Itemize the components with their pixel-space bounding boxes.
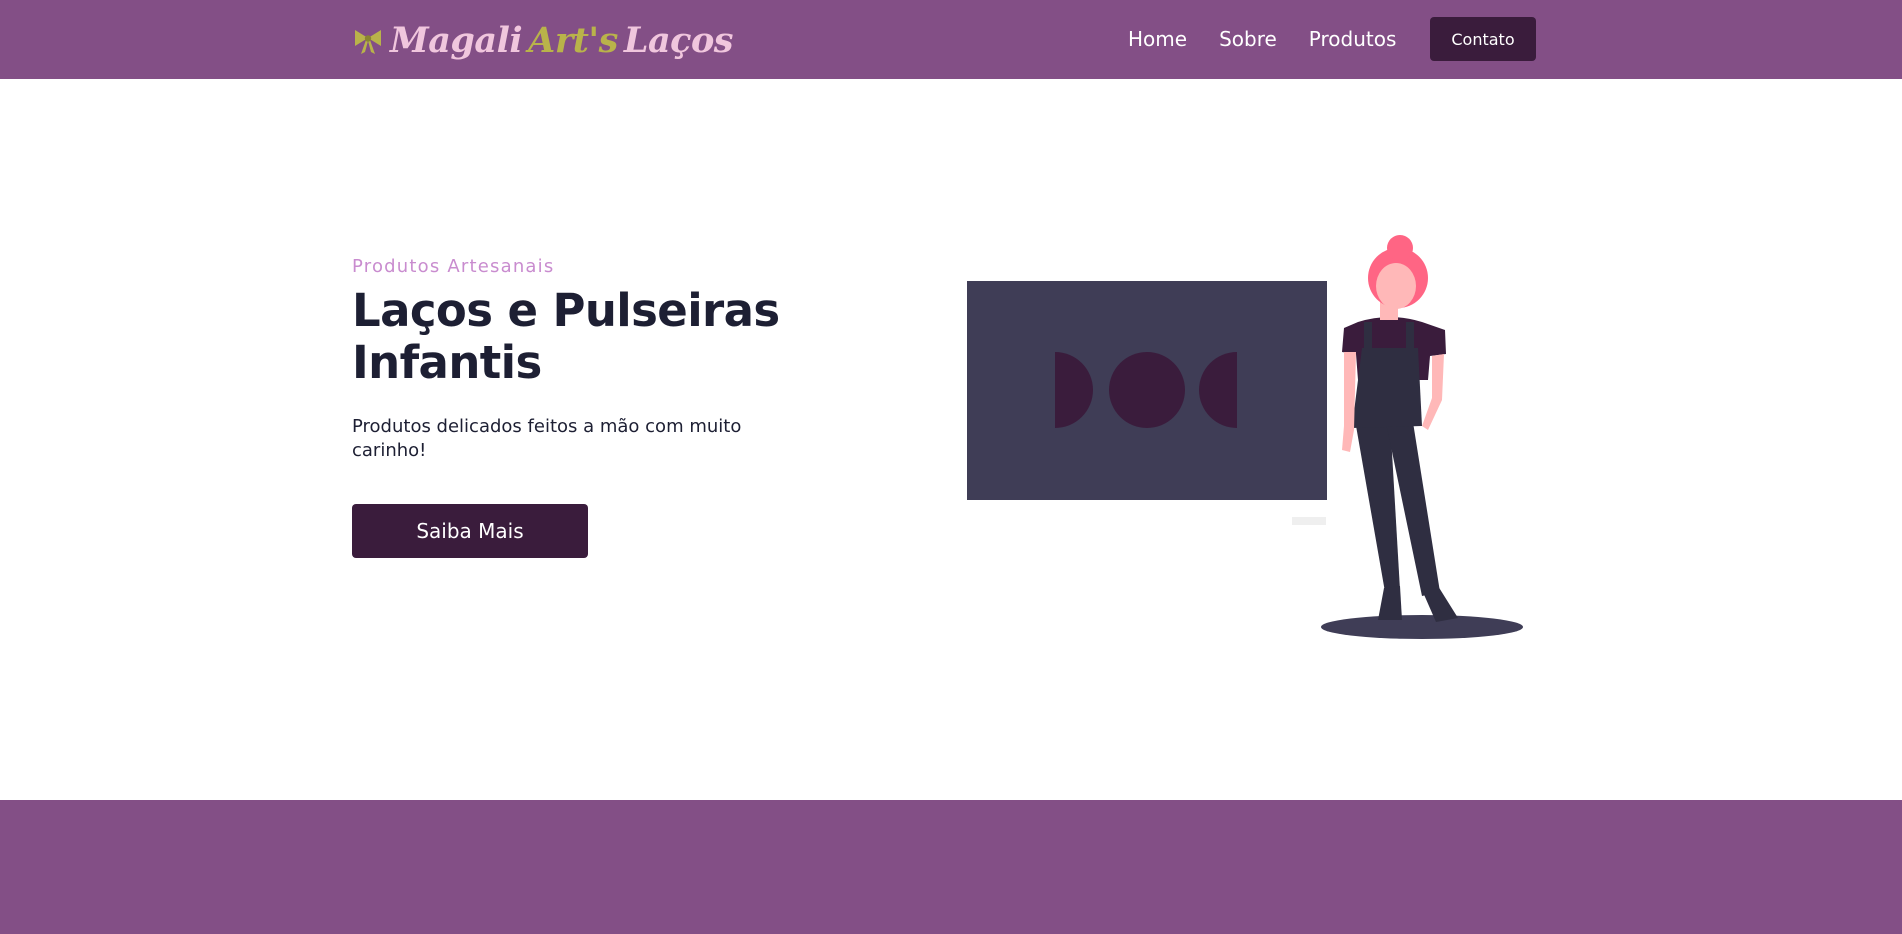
- hero-headline-line-2: Infantis: [352, 336, 542, 389]
- nav-link-produtos[interactable]: Produtos: [1309, 27, 1397, 51]
- figure-shoe-left: [1378, 586, 1402, 620]
- brand-logo[interactable]: Magali Art's Laços: [352, 14, 734, 66]
- footer-band: [0, 800, 1902, 934]
- figure-hair-bun: [1387, 235, 1413, 261]
- hero-illustration: [960, 230, 1540, 654]
- board-circle-center: [1109, 352, 1185, 428]
- board-ledge: [1292, 517, 1326, 525]
- floor-shadow: [1321, 615, 1523, 639]
- main-nav: Home Sobre Produtos: [1128, 17, 1428, 61]
- figure-strap-right: [1406, 322, 1414, 352]
- nav-link-sobre[interactable]: Sobre: [1219, 27, 1277, 51]
- figure-strap-left: [1364, 322, 1372, 352]
- hero-text: Produtos Artesanais Laços e Pulseiras In…: [352, 256, 792, 463]
- hero-eyebrow: Produtos Artesanais: [352, 256, 555, 277]
- hero-subtext: Produtos delicados feitos a mão com muit…: [352, 416, 742, 461]
- contato-button[interactable]: Contato: [1430, 17, 1536, 61]
- saiba-mais-button[interactable]: Saiba Mais: [352, 504, 588, 558]
- figure-overalls: [1352, 348, 1422, 428]
- nav-link-home[interactable]: Home: [1128, 27, 1187, 51]
- figure-face: [1376, 263, 1416, 309]
- brand-word-1: Magali: [390, 19, 523, 61]
- brand-word-2: Art's: [528, 19, 618, 61]
- figure-arm-left: [1342, 352, 1356, 452]
- bow-icon: [352, 24, 384, 56]
- hero-headline: Laços e Pulseiras Infantis: [352, 285, 792, 389]
- hero-headline-line-1: Laços e Pulseiras: [352, 284, 780, 337]
- brand-word-3: Laços: [623, 19, 734, 61]
- navbar: Magali Art's Laços Home Sobre Produtos C…: [0, 0, 1902, 79]
